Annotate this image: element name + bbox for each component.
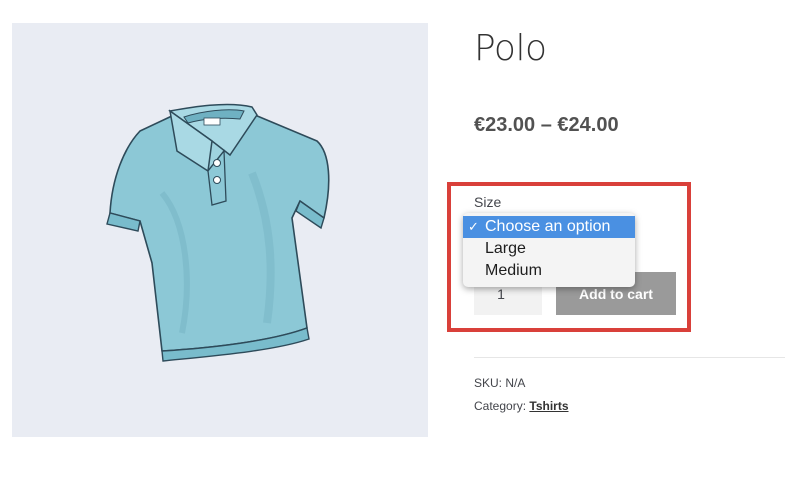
- size-option-label: Large: [485, 240, 526, 257]
- checkmark-icon: ✓: [468, 219, 479, 234]
- product-title: Polo: [474, 28, 547, 69]
- size-label: Size: [474, 194, 502, 210]
- sku-line: SKU: N/A: [474, 376, 525, 390]
- category-link[interactable]: Tshirts: [529, 399, 568, 413]
- size-dropdown-menu[interactable]: ✓ Choose an option Large Medium: [463, 213, 635, 287]
- polo-shirt-illustration: [106, 103, 330, 362]
- sku-value: N/A: [505, 376, 526, 390]
- size-option-label: Choose an option: [485, 218, 611, 235]
- price-range: €23.00 – €24.00: [474, 114, 619, 136]
- divider: [474, 357, 785, 358]
- size-option-large[interactable]: Large: [463, 238, 635, 260]
- size-option-medium[interactable]: Medium: [463, 260, 635, 282]
- category-line: Category: Tshirts: [474, 399, 569, 413]
- product-image[interactable]: [12, 23, 428, 437]
- category-label: Category:: [474, 399, 527, 413]
- size-option-label: Medium: [485, 262, 542, 279]
- size-option-choose[interactable]: ✓ Choose an option: [463, 216, 635, 238]
- sku-label: SKU:: [474, 376, 503, 390]
